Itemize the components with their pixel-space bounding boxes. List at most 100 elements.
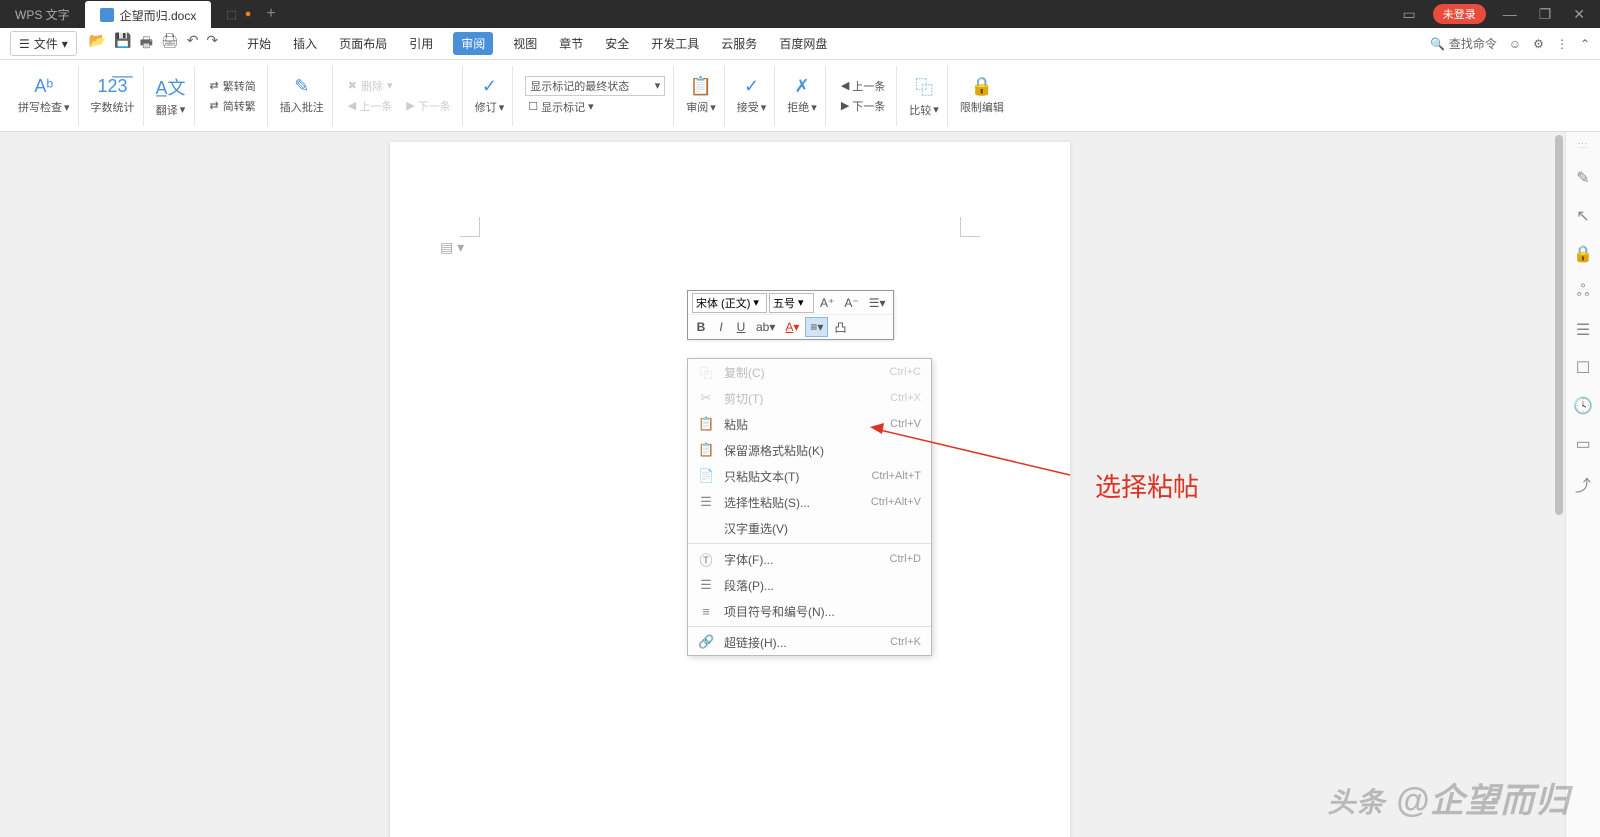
font-family-select[interactable]: 宋体 (正文)▾ bbox=[692, 293, 767, 313]
delete-comment-button[interactable]: ✖删除▾ bbox=[345, 77, 454, 95]
prev-comment-button[interactable]: ◀上一条 bbox=[345, 97, 395, 115]
rail-grip-icon[interactable]: ::: bbox=[1578, 140, 1589, 150]
app-tab[interactable]: WPS 文字 bbox=[0, 0, 85, 28]
context-menu-item: ⿻复制(C)Ctrl+C bbox=[688, 359, 931, 385]
settings-icon[interactable]: ⚙ bbox=[1533, 37, 1544, 51]
watermark-author: @企望而归 bbox=[1396, 782, 1570, 820]
close-button[interactable]: ✕ bbox=[1568, 6, 1590, 23]
restrict-editing-button[interactable]: 🔒限制编辑 bbox=[952, 66, 1012, 126]
menu-tab-5[interactable]: 视图 bbox=[511, 32, 539, 55]
bold-button[interactable]: B bbox=[692, 318, 710, 336]
context-menu-item[interactable]: 📄只粘贴文本(T)Ctrl+Alt+T bbox=[688, 463, 931, 489]
feedback-icon[interactable]: ☺ bbox=[1509, 37, 1521, 51]
reject-button[interactable]: ✗拒绝 ▾ bbox=[779, 66, 826, 126]
context-item-label: 项目符号和编号(N)... bbox=[724, 603, 921, 620]
maximize-button[interactable]: ❐ bbox=[1534, 6, 1557, 23]
history-icon[interactable]: 🕓 bbox=[1573, 396, 1593, 416]
context-menu-item[interactable]: ☰段落(P)... bbox=[688, 572, 931, 598]
word-count-button[interactable]: 12̅3̅字数统计 bbox=[83, 66, 144, 126]
select-tool-icon[interactable]: ↖ bbox=[1576, 206, 1589, 226]
document-tab[interactable]: 企望而归.docx bbox=[85, 1, 212, 29]
outline-icon[interactable]: ☰ bbox=[1576, 320, 1590, 340]
menu-tab-1[interactable]: 插入 bbox=[291, 32, 319, 55]
context-item-label: 字体(F)... bbox=[724, 551, 880, 568]
context-menu-item[interactable]: 🔗超链接(H)...Ctrl+K bbox=[688, 629, 931, 655]
context-item-label: 段落(P)... bbox=[724, 577, 921, 594]
show-markup-button[interactable]: ☐显示标记▾ bbox=[525, 98, 665, 116]
tab-modified-icon[interactable]: ● bbox=[245, 8, 252, 20]
edit-tool-icon[interactable]: ✎ bbox=[1576, 168, 1589, 188]
translate-button[interactable]: A̲文翻译 ▾ bbox=[148, 66, 195, 126]
compare-button[interactable]: ⿻比较 ▾ bbox=[901, 66, 948, 126]
menu-tab-8[interactable]: 开发工具 bbox=[649, 32, 701, 55]
display-mode-combo[interactable]: 显示标记的最终状态▾ bbox=[525, 76, 665, 96]
file-menu[interactable]: ☰ 文件 ▾ bbox=[10, 31, 77, 56]
login-badge[interactable]: 未登录 bbox=[1433, 4, 1486, 24]
underline-button[interactable]: U bbox=[732, 318, 750, 336]
search-icon: 🔍 bbox=[1430, 37, 1445, 51]
menu-tab-10[interactable]: 百度网盘 bbox=[777, 32, 829, 55]
save-icon[interactable]: 💾 bbox=[114, 32, 131, 56]
highlight-button[interactable]: ab▾ bbox=[752, 318, 779, 336]
simplified-to-traditional-button[interactable]: ⇄繁转简 bbox=[207, 77, 259, 95]
menu-tab-9[interactable]: 云服务 bbox=[719, 32, 759, 55]
vertical-scrollbar[interactable] bbox=[1553, 135, 1565, 832]
insert-comment-button[interactable]: ✎插入批注 bbox=[272, 66, 333, 126]
tab-indicator-icon[interactable]: ⬚ bbox=[226, 8, 236, 21]
open-icon[interactable]: 📂 bbox=[89, 32, 106, 56]
mini-toolbar: 宋体 (正文)▾ 五号▾ A⁺ A⁻ ☰▾ B I U ab▾ A▾ ≡▾ 凸 bbox=[687, 290, 894, 340]
context-menu-item[interactable]: 📋保留源格式粘贴(K) bbox=[688, 437, 931, 463]
menu-tabs: 开始插入页面布局引用审阅视图章节安全开发工具云服务百度网盘 bbox=[245, 32, 829, 55]
menu-tab-4[interactable]: 审阅 bbox=[453, 32, 493, 55]
lock-icon[interactable]: 🔒 bbox=[1573, 244, 1593, 264]
style-icon[interactable]: ஃ bbox=[1577, 282, 1590, 302]
collapse-ribbon-icon[interactable]: ⌃ bbox=[1580, 37, 1590, 51]
review-pane-button[interactable]: 📋审阅 ▾ bbox=[678, 66, 725, 126]
italic-button[interactable]: I bbox=[712, 318, 730, 336]
print-icon[interactable]: 🖶 bbox=[140, 32, 153, 56]
format-brush-button[interactable]: 凸 bbox=[830, 317, 850, 338]
property-icon[interactable]: ☐ bbox=[1576, 358, 1590, 378]
prev-change-button[interactable]: ◀上一条 bbox=[838, 77, 888, 95]
doc-name: 企望而归.docx bbox=[120, 7, 197, 24]
next-change-button[interactable]: ▶下一条 bbox=[838, 97, 888, 115]
new-tab-button[interactable]: + bbox=[266, 5, 275, 23]
share-icon[interactable]: ⤴ bbox=[1575, 472, 1591, 496]
context-item-shortcut: Ctrl+D bbox=[890, 553, 921, 565]
print-preview-icon[interactable]: 🖨 bbox=[161, 32, 179, 56]
undo-icon[interactable]: ↶ bbox=[187, 32, 199, 56]
reading-mode-icon[interactable]: ▭ bbox=[1397, 6, 1420, 23]
scrollbar-thumb[interactable] bbox=[1555, 135, 1563, 515]
menu-tab-3[interactable]: 引用 bbox=[407, 32, 435, 55]
context-menu-item[interactable]: 汉字重选(V) bbox=[688, 515, 931, 541]
increase-font-button[interactable]: A⁺ bbox=[816, 294, 838, 312]
more-icon[interactable]: ⋮ bbox=[1556, 37, 1568, 51]
track-changes-button[interactable]: ✓修订 ▾ bbox=[467, 66, 514, 126]
context-item-shortcut: Ctrl+Alt+T bbox=[871, 470, 921, 482]
menu-tab-2[interactable]: 页面布局 bbox=[337, 32, 389, 55]
redo-icon[interactable]: ↷ bbox=[206, 32, 218, 56]
context-menu-item[interactable]: Ⓣ字体(F)...Ctrl+D bbox=[688, 546, 931, 572]
menu-tab-7[interactable]: 安全 bbox=[603, 32, 631, 55]
search-command[interactable]: 🔍 查找命令 bbox=[1430, 35, 1497, 52]
page-view-icon[interactable]: ▭ bbox=[1575, 434, 1590, 454]
minimize-button[interactable]: — bbox=[1498, 6, 1522, 22]
accept-button[interactable]: ✓接受 ▾ bbox=[729, 66, 776, 126]
context-item-label: 选择性粘贴(S)... bbox=[724, 494, 861, 511]
decrease-font-button[interactable]: A⁻ bbox=[840, 294, 862, 312]
align-button[interactable]: ≡▾ bbox=[805, 317, 828, 337]
context-menu-item[interactable]: 📋粘贴Ctrl+V bbox=[688, 411, 931, 437]
quick-access-toolbar: 📂 💾 🖶 🖨 ↶ ↷ bbox=[89, 32, 218, 56]
menu-tab-0[interactable]: 开始 bbox=[245, 32, 273, 55]
menu-tab-6[interactable]: 章节 bbox=[557, 32, 585, 55]
doc-icon bbox=[100, 8, 114, 22]
context-menu-item[interactable]: ☰选择性粘贴(S)...Ctrl+Alt+V bbox=[688, 489, 931, 515]
font-size-select[interactable]: 五号▾ bbox=[769, 293, 814, 313]
section-indicator-icon[interactable]: ▤ ▾ bbox=[440, 239, 464, 256]
traditional-to-simplified-button[interactable]: ⇄简转繁 bbox=[207, 97, 259, 115]
line-spacing-button[interactable]: ☰▾ bbox=[865, 294, 890, 312]
next-comment-button[interactable]: ▶下一条 bbox=[403, 97, 453, 115]
context-menu-item[interactable]: ≡项目符号和编号(N)... bbox=[688, 598, 931, 624]
font-color-button[interactable]: A▾ bbox=[781, 318, 803, 336]
spell-check-button[interactable]: Aᵇ拼写检查 ▾ bbox=[10, 66, 79, 126]
